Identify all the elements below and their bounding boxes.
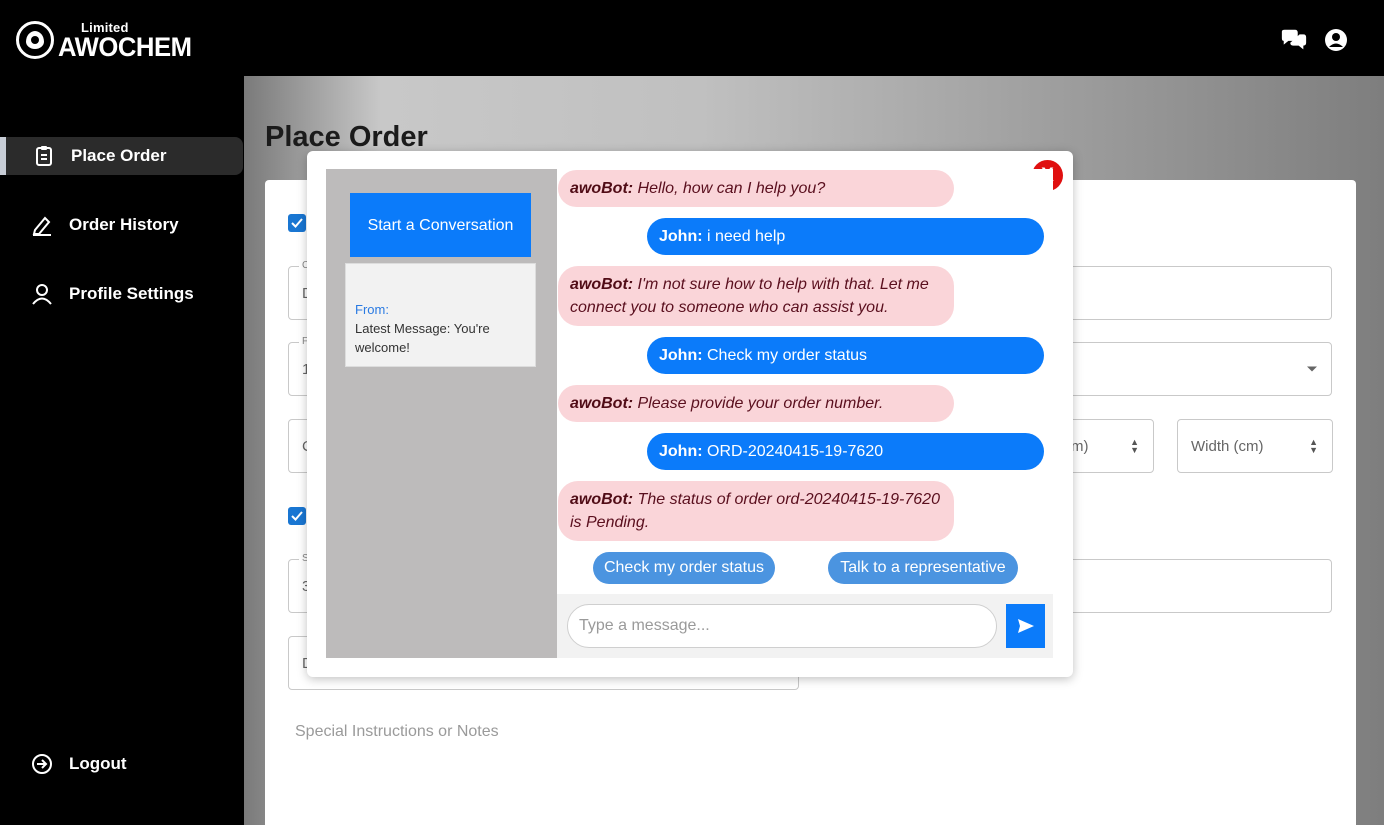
user-message: John: i need help	[647, 218, 1044, 255]
bot-message: awoBot: Hello, how can I help you?	[558, 170, 954, 207]
checkbox-checked[interactable]	[288, 214, 306, 232]
sidebar-item-label: Profile Settings	[69, 284, 194, 303]
sidebar-item-order-history[interactable]: Order History	[0, 206, 243, 244]
message-text: Check my order status	[702, 347, 868, 364]
sidebar-item-label: Logout	[69, 754, 127, 773]
chevron-down-icon	[1307, 366, 1317, 372]
sidebar-item-label: Place Order	[71, 146, 167, 165]
logo[interactable]: Limited AWOCHEM	[16, 20, 198, 62]
notes-textarea[interactable]: Special Instructions or Notes	[295, 723, 499, 741]
message-input[interactable]: Type a message...	[567, 604, 997, 648]
message-text: Please provide your order number.	[633, 395, 884, 412]
conversation-from: From:	[355, 302, 389, 317]
send-icon	[1017, 619, 1034, 633]
conversation-item[interactable]: From: Latest Message: You're welcome!	[345, 263, 536, 367]
sidebar-item-place-order[interactable]: Place Order	[0, 137, 243, 175]
page-title: Place Order	[265, 121, 428, 153]
user-icon	[30, 282, 54, 306]
message-sender: awoBot:	[570, 180, 634, 197]
logo-drop-icon	[16, 21, 54, 59]
quick-reply-check-status[interactable]: Check my order status	[593, 552, 775, 584]
message-text: ORD-20240415-19-7620	[702, 443, 884, 460]
conversation-latest: Latest Message: You're welcome!	[355, 321, 490, 355]
sidebar-item-label: Order History	[69, 215, 179, 234]
message-sender: awoBot:	[570, 491, 634, 508]
bot-message: awoBot: The status of order ord-20240415…	[558, 481, 954, 541]
clipboard-icon	[32, 144, 56, 168]
logout-icon	[30, 752, 54, 776]
spinner-icon[interactable]: ▲ ▼	[1130, 438, 1139, 455]
conversation-panel: Start a Conversation From: Latest Messag…	[326, 169, 557, 658]
message-text: i need help	[702, 228, 786, 245]
message-sender: John:	[659, 443, 703, 460]
user-message: John: ORD-20240415-19-7620	[647, 433, 1044, 470]
message-input-bar: Type a message...	[557, 594, 1053, 658]
logo-text: Limited AWOCHEM	[58, 20, 198, 62]
message-sender: awoBot:	[570, 276, 634, 293]
header-icons	[1280, 27, 1350, 53]
send-button[interactable]	[1006, 604, 1045, 648]
sidebar: Place Order Order History Profile Settin…	[0, 76, 244, 825]
pencil-icon	[30, 213, 54, 237]
user-message: John: Check my order status	[647, 337, 1044, 374]
spinner-icon[interactable]: ▲ ▼	[1309, 438, 1318, 455]
chat-bubbles-icon[interactable]	[1280, 27, 1308, 53]
start-conversation-button[interactable]: Start a Conversation	[350, 193, 531, 257]
message-text: Hello, how can I help you?	[633, 180, 826, 197]
chat-area: awoBot: Hello, how can I help you? John:…	[557, 169, 1053, 658]
width-field[interactable]: Width (cm) ▲ ▼	[1177, 419, 1333, 473]
sidebar-item-profile-settings[interactable]: Profile Settings	[0, 275, 243, 313]
chat-modal: X Start a Conversation From: Latest Mess…	[307, 151, 1073, 677]
user-circle-icon[interactable]	[1322, 27, 1350, 53]
width-placeholder: Width (cm)	[1191, 437, 1264, 455]
length-placeholder: m)	[1071, 437, 1089, 455]
message-sender: John:	[659, 228, 703, 245]
message-sender: awoBot:	[570, 395, 634, 412]
bot-message: awoBot: I'm not sure how to help with th…	[558, 266, 954, 326]
bot-message: awoBot: Please provide your order number…	[558, 385, 954, 422]
top-bar: Limited AWOCHEM	[0, 0, 1384, 76]
checkbox-checked[interactable]	[288, 507, 306, 525]
sidebar-item-logout[interactable]: Logout	[0, 745, 243, 783]
quick-reply-representative[interactable]: Talk to a representative	[828, 552, 1018, 584]
logo-big-text: AWOCHEM	[58, 32, 192, 62]
message-sender: John:	[659, 347, 703, 364]
